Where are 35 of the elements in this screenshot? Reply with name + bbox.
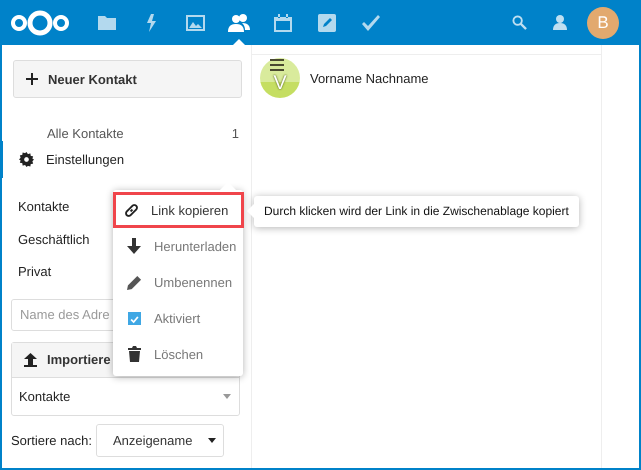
calendar-icon[interactable]	[274, 14, 292, 32]
import-target-select[interactable]: Kontakte	[12, 378, 239, 414]
pencil-icon	[126, 274, 142, 290]
settings-icon	[19, 152, 34, 167]
lightning-icon[interactable]	[145, 14, 157, 32]
download-icon	[127, 238, 141, 254]
menu-item[interactable]: Herunterladen	[113, 228, 243, 264]
contact-avatar: V	[260, 58, 300, 98]
contact-name: Vorname Nachname	[310, 70, 429, 86]
menu-icon[interactable]	[270, 59, 284, 71]
menu-item[interactable]: Umbenennen	[113, 264, 243, 300]
logo[interactable]	[10, 8, 70, 38]
settings-item[interactable]: Einstellungen	[0, 141, 251, 178]
note-icon[interactable]	[318, 14, 336, 32]
upload-icon	[24, 352, 37, 366]
image-icon[interactable]	[186, 14, 204, 30]
sort-label: Sortiere nach:	[11, 432, 92, 448]
plus-icon	[26, 73, 38, 85]
group-count: 1	[232, 126, 239, 141]
folder-icon[interactable]	[98, 15, 116, 30]
link-icon	[124, 202, 138, 218]
menu-item[interactable]: Aktiviert	[113, 300, 243, 336]
tooltip-text: Durch klicken wird der Link in die Zwischenablage kopiert	[264, 204, 569, 218]
trash-icon	[128, 346, 140, 362]
contacts-icon[interactable]	[550, 15, 568, 30]
sort-select[interactable]: Anzeigename	[96, 424, 224, 456]
people-icon[interactable]	[228, 14, 250, 32]
checkbox[interactable]	[128, 312, 140, 324]
checkmark-icon[interactable]	[362, 14, 380, 30]
group-item[interactable]: Alle Kontakte	[47, 126, 124, 141]
menu-item[interactable]: Link kopieren	[113, 192, 244, 228]
new-contact-button[interactable]: Neuer Kontakt	[13, 60, 242, 98]
menu-item[interactable]: Löschen	[113, 336, 243, 372]
search-icon[interactable]	[512, 15, 526, 30]
contact-item[interactable]: V Vorname Nachname	[252, 54, 601, 101]
